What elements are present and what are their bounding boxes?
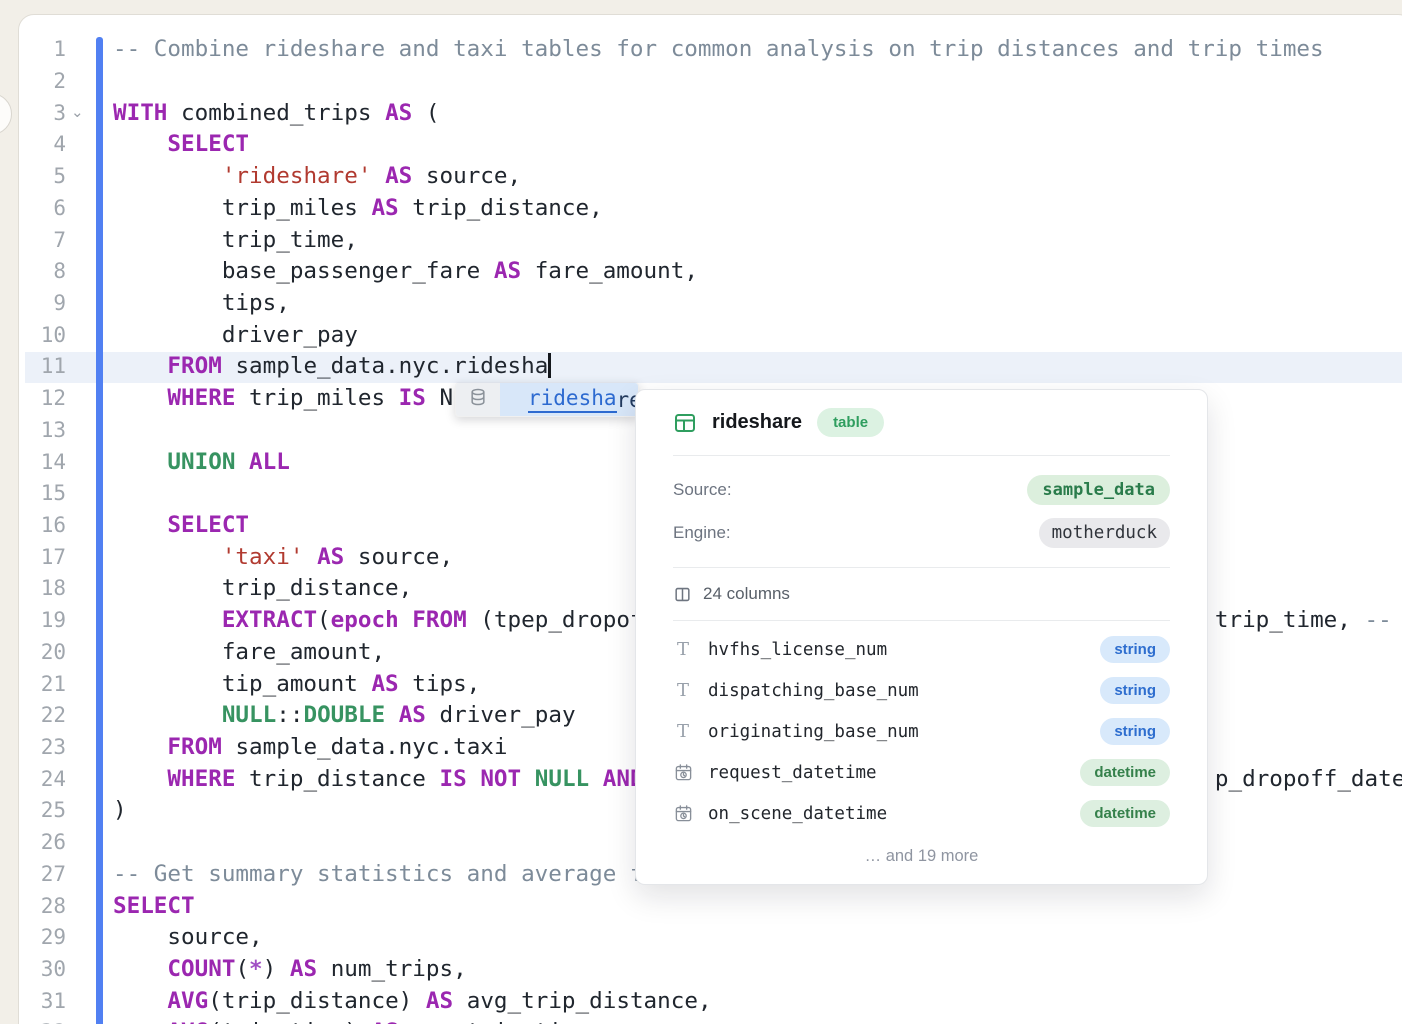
column-type-pill: string: [1100, 718, 1170, 745]
table-info-popup: rideshare table Source: sample_data Engine…: [635, 389, 1208, 885]
line-number: 31: [19, 986, 66, 1018]
code-line[interactable]: driver_pay: [113, 320, 1402, 352]
column-name: on_scene_datetime: [708, 804, 1080, 824]
line-number: 21: [19, 669, 66, 701]
columns-summary-row: 24 columns: [673, 568, 1170, 621]
property-value-pill: motherduck: [1039, 518, 1170, 548]
line-number: 2: [19, 66, 66, 98]
line-number: 28: [19, 891, 66, 923]
text-type-icon: T: [673, 641, 693, 659]
table-popup-header: rideshare table: [673, 390, 1170, 456]
line-number: 25: [19, 795, 66, 827]
text-type-icon: T: [673, 682, 693, 700]
line-number: 23: [19, 732, 66, 764]
line-number: 5: [19, 161, 66, 193]
property-label: Engine:: [673, 523, 731, 543]
line-number: 18: [19, 573, 66, 605]
property-row: Engine: motherduck: [673, 511, 1170, 554]
line-number: 10: [19, 320, 66, 352]
table-badge: table: [817, 408, 884, 437]
table-name: rideshare: [712, 411, 802, 434]
column-row: Toriginating_base_numstring: [673, 711, 1170, 752]
code-line[interactable]: SELECT: [113, 891, 1402, 923]
code-line[interactable]: -- Combine rideshare and taxi tables for…: [113, 34, 1402, 66]
line-number: 8: [19, 256, 66, 288]
column-type-pill: string: [1100, 636, 1170, 663]
column-type-pill: datetime: [1080, 759, 1170, 786]
code-line[interactable]: source,: [113, 922, 1402, 954]
floating-handle[interactable]: [0, 93, 12, 135]
line-number: 12: [19, 383, 66, 415]
column-row: on_scene_datetimedatetime: [673, 793, 1170, 834]
datetime-type-icon: [673, 763, 693, 782]
text-type-icon: T: [673, 723, 693, 741]
autocomplete-item-rideshare[interactable]: rideshare: [500, 383, 638, 416]
column-type-pill: string: [1100, 677, 1170, 704]
datetime-type-icon: [673, 804, 693, 823]
line-number: 16: [19, 510, 66, 542]
code-line[interactable]: FROM sample_data.nyc.ridesha: [113, 351, 1402, 383]
line-number: 7: [19, 225, 66, 257]
more-columns-label: … and 19 more: [673, 834, 1170, 884]
property-value-pill: sample_data: [1027, 475, 1170, 505]
line-number: 1: [19, 34, 66, 66]
autocomplete-match-text: ridesha: [528, 386, 617, 413]
code-line[interactable]: trip_miles AS trip_distance,: [113, 193, 1402, 225]
property-row: Source: sample_data: [673, 468, 1170, 511]
line-number: 22: [19, 700, 66, 732]
text-caret: [548, 353, 551, 378]
column-row: Tdispatching_base_numstring: [673, 670, 1170, 711]
line-number: 27: [19, 859, 66, 891]
table-icon: [673, 411, 697, 435]
column-name: request_datetime: [708, 763, 1080, 783]
code-line[interactable]: [113, 66, 1402, 98]
code-line[interactable]: tips,: [113, 288, 1402, 320]
code-line[interactable]: COUNT(*) AS num_trips,: [113, 954, 1402, 986]
code-line[interactable]: trip_time,: [113, 225, 1402, 257]
columns-icon: [673, 585, 692, 604]
property-label: Source:: [673, 480, 732, 500]
line-number: 14: [19, 447, 66, 479]
column-row: request_datetimedatetime: [673, 752, 1170, 793]
columns-count-label: 24 columns: [703, 584, 790, 604]
code-line[interactable]: WITH combined_trips AS (: [113, 98, 1402, 130]
code-line[interactable]: 'rideshare' AS source,: [113, 161, 1402, 193]
line-number: 6: [19, 193, 66, 225]
line-number-gutter: 1234567891011121314151617181920212223242…: [19, 34, 66, 1024]
line-number: 11: [19, 351, 66, 383]
line-number: 24: [19, 764, 66, 796]
column-name: hvfhs_license_num: [708, 640, 1100, 660]
cell-accent-bar: [96, 37, 103, 1024]
table-properties: Source: sample_data Engine: motherduck: [673, 456, 1170, 568]
line-number: 17: [19, 542, 66, 574]
column-row: Thvfhs_license_numstring: [673, 629, 1170, 670]
code-line[interactable]: AVG(trip_time) AS avg_trip_time,: [113, 1017, 1402, 1024]
fold-chevron-icon[interactable]: ⌄: [71, 98, 84, 130]
line-number: 19: [19, 605, 66, 637]
line-number: 29: [19, 922, 66, 954]
line-number: 3: [19, 98, 66, 130]
column-list: Thvfhs_license_numstringTdispatching_bas…: [673, 621, 1170, 834]
code-line[interactable]: SELECT: [113, 129, 1402, 161]
database-icon: [468, 387, 488, 412]
line-number: 32: [19, 1017, 66, 1024]
autocomplete-icon-cell: [456, 383, 500, 416]
line-number: 13: [19, 415, 66, 447]
line-number: 26: [19, 827, 66, 859]
line-number: 9: [19, 288, 66, 320]
line-number: 30: [19, 954, 66, 986]
code-line[interactable]: AVG(trip_distance) AS avg_trip_distance,: [113, 986, 1402, 1018]
line-number: 15: [19, 478, 66, 510]
line-number: 20: [19, 637, 66, 669]
column-type-pill: datetime: [1080, 800, 1170, 827]
autocomplete-popup: rideshare: [455, 382, 639, 417]
column-name: dispatching_base_num: [708, 681, 1100, 701]
column-name: originating_base_num: [708, 722, 1100, 742]
code-line[interactable]: base_passenger_fare AS fare_amount,: [113, 256, 1402, 288]
line-number: 4: [19, 129, 66, 161]
